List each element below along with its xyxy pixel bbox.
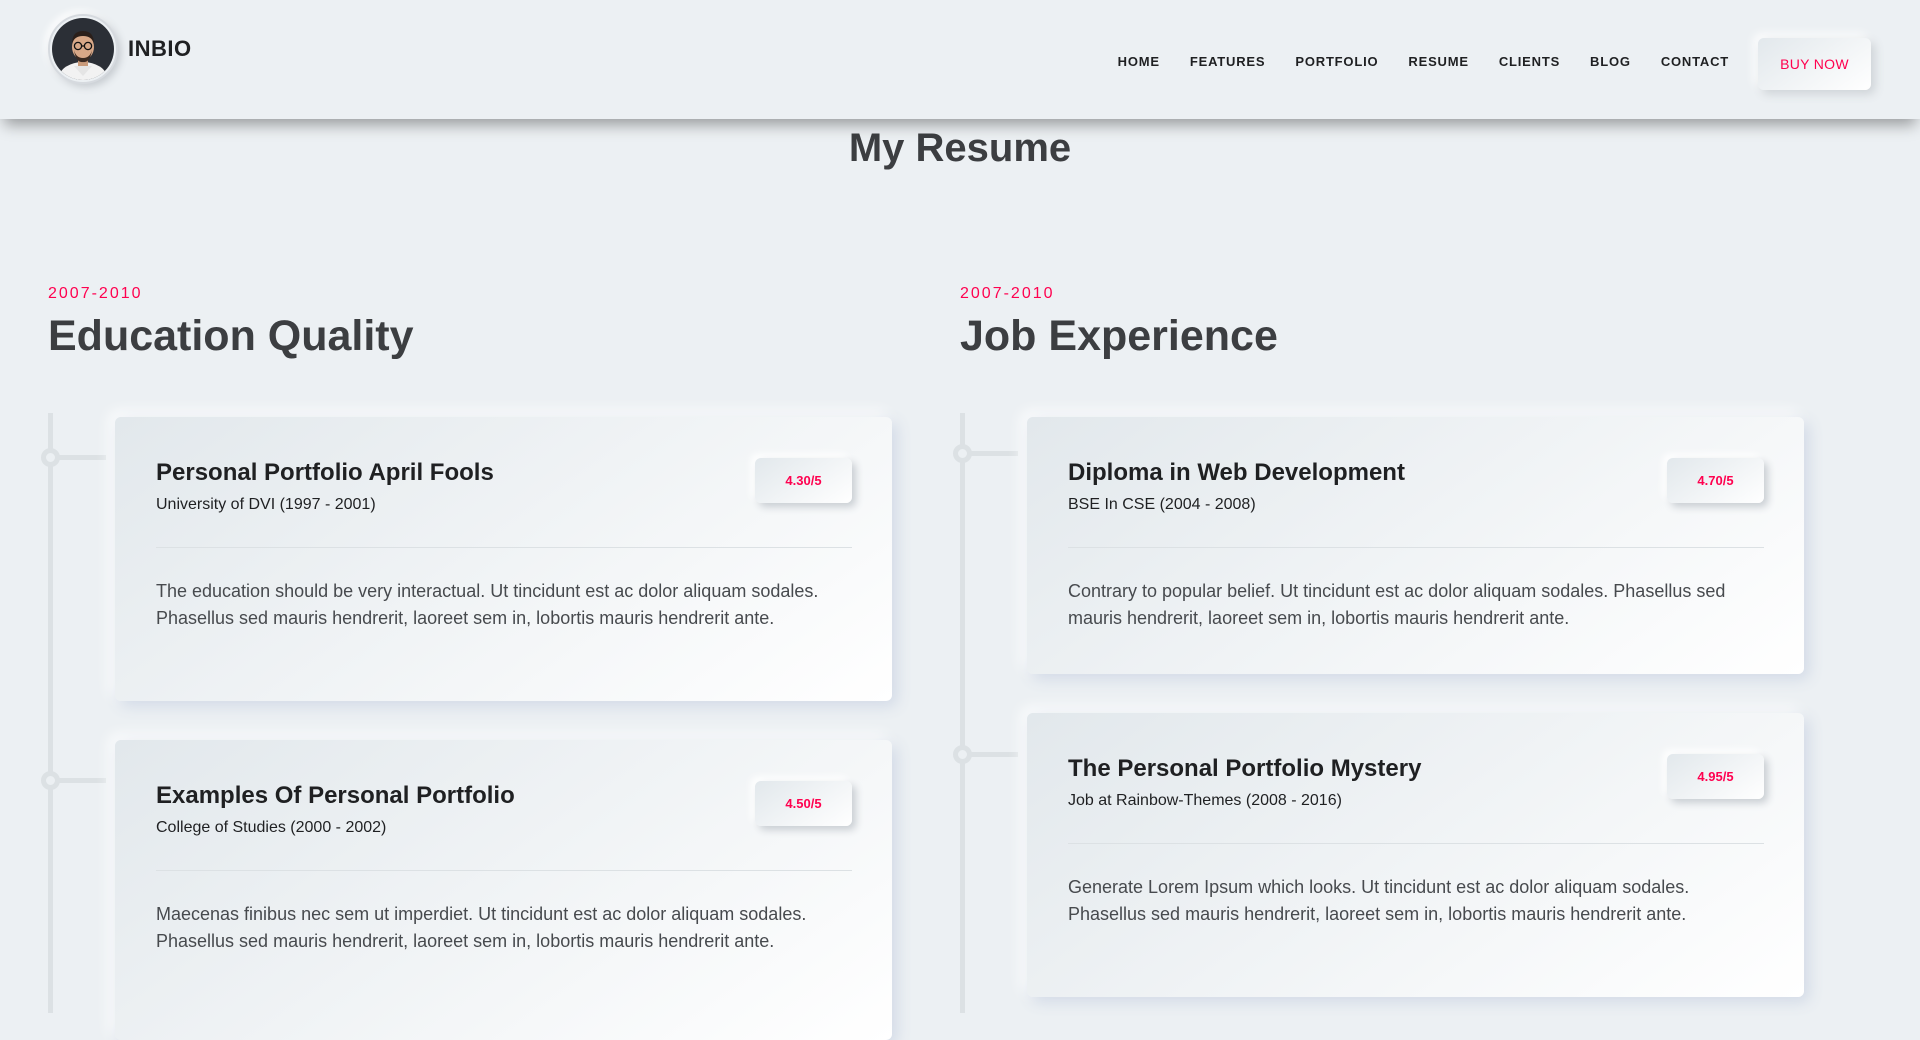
site-header: INBIO HOME FEATURES PORTFOLIO RESUME CLI… [0, 0, 1920, 119]
card-title: The Personal Portfolio Mystery [1068, 755, 1422, 782]
timeline-line [960, 413, 965, 1013]
experience-year: 2007-2010 [960, 285, 1055, 302]
education-title: Education Quality [48, 312, 414, 360]
education-card: Personal Portfolio April Fools Universit… [115, 417, 892, 701]
card-title: Examples Of Personal Portfolio [156, 782, 515, 809]
nav-blog[interactable]: BLOG [1590, 54, 1631, 69]
card-title: Personal Portfolio April Fools [156, 459, 494, 486]
timeline-connector [966, 752, 1018, 757]
timeline-line [48, 413, 53, 1013]
rating-badge: 4.70/5 [1667, 458, 1764, 503]
education-card: Examples Of Personal Portfolio College o… [115, 740, 892, 1040]
timeline-connector [54, 778, 106, 783]
card-subtitle: University of DVI (1997 - 2001) [156, 496, 376, 513]
card-subtitle: College of Studies (2000 - 2002) [156, 819, 387, 836]
experience-card: The Personal Portfolio Mystery Job at Ra… [1027, 713, 1804, 997]
card-description: Maecenas finibus nec sem ut imperdiet. U… [156, 904, 807, 951]
main-nav: HOME FEATURES PORTFOLIO RESUME CLIENTS B… [1118, 54, 1729, 69]
nav-clients[interactable]: CLIENTS [1499, 54, 1560, 69]
card-description: Generate Lorem Ipsum which looks. Ut tin… [1068, 877, 1690, 924]
nav-home[interactable]: HOME [1118, 54, 1160, 69]
timeline-connector [966, 451, 1018, 456]
card-subtitle: BSE In CSE (2004 - 2008) [1068, 496, 1256, 513]
card-divider [156, 547, 852, 548]
rating-badge: 4.50/5 [755, 781, 852, 826]
nav-resume[interactable]: RESUME [1408, 54, 1468, 69]
page-title: My Resume [848, 126, 1072, 170]
card-divider [1068, 547, 1764, 548]
brand-name[interactable]: INBIO [128, 36, 192, 62]
education-year: 2007-2010 [48, 285, 143, 302]
timeline-connector [54, 455, 106, 460]
nav-contact[interactable]: CONTACT [1661, 54, 1729, 69]
timeline-dot [41, 448, 60, 467]
experience-title: Job Experience [960, 312, 1278, 360]
timeline-dot [953, 444, 972, 463]
timeline-dot [41, 771, 60, 790]
nav-features[interactable]: FEATURES [1190, 54, 1266, 69]
card-title: Diploma in Web Development [1068, 459, 1405, 486]
timeline-dot [953, 745, 972, 764]
card-description: The education should be very interactual… [156, 581, 819, 628]
brand-logo[interactable]: INBIO [48, 14, 192, 84]
experience-card: Diploma in Web Development BSE In CSE (2… [1027, 417, 1804, 674]
card-subtitle: Job at Rainbow-Themes (2008 - 2016) [1068, 792, 1342, 809]
card-description: Contrary to popular belief. Ut tincidunt… [1068, 581, 1726, 628]
card-divider [1068, 843, 1764, 844]
rating-badge: 4.30/5 [755, 458, 852, 503]
nav-portfolio[interactable]: PORTFOLIO [1295, 54, 1378, 69]
profile-photo-icon [52, 18, 114, 80]
rating-badge: 4.95/5 [1667, 754, 1764, 799]
card-divider [156, 870, 852, 871]
avatar[interactable] [48, 14, 118, 84]
buy-now-button[interactable]: BUY NOW [1758, 38, 1871, 90]
